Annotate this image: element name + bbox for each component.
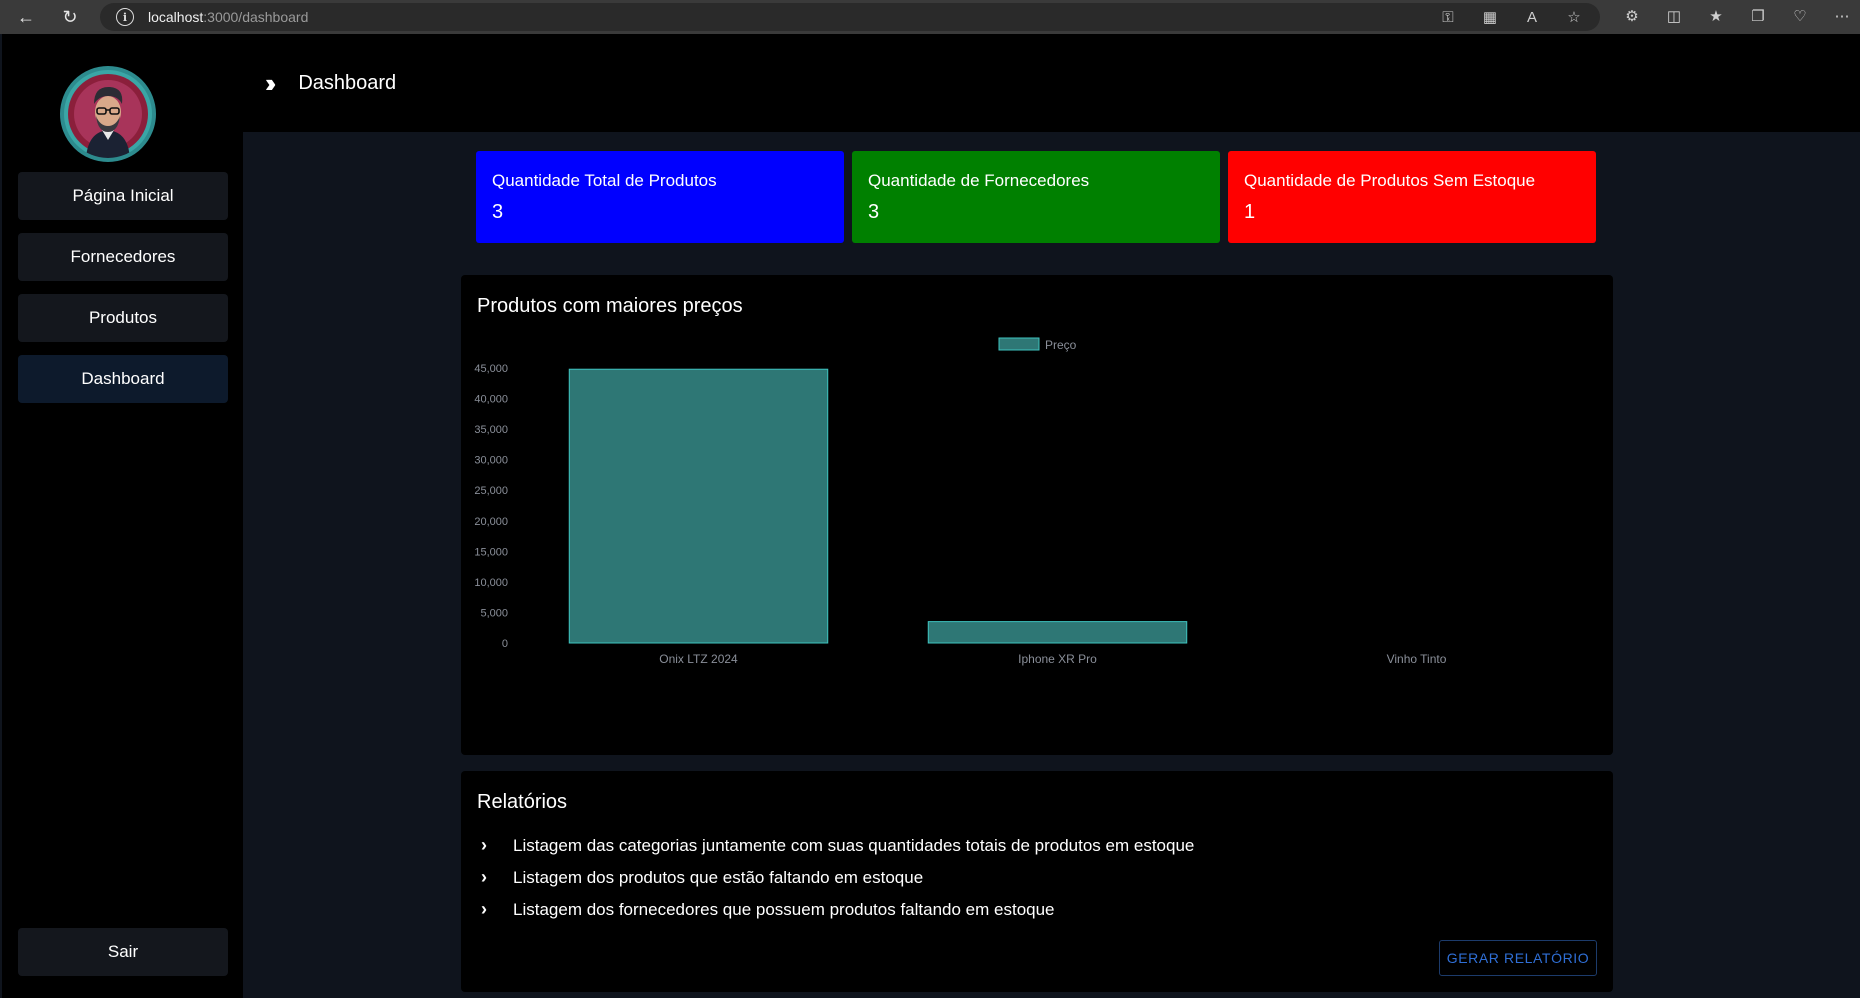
y-tick-label: 30,000 xyxy=(474,455,508,467)
report-item-label: Listagem dos produtos que estão faltando… xyxy=(513,867,924,887)
logout-button[interactable]: Sair xyxy=(18,928,228,976)
read-aloud-icon[interactable]: A xyxy=(1522,7,1542,27)
kpi-value: 3 xyxy=(868,201,880,223)
apps-icon[interactable]: ▦ xyxy=(1480,7,1500,27)
page-title: Dashboard xyxy=(298,71,397,94)
y-tick-label: 45,000 xyxy=(474,363,508,375)
y-tick-label: 15,000 xyxy=(474,546,508,558)
chart-panel: Produtos com maiores preços 0 5,000 10,000… xyxy=(461,275,1613,755)
report-item[interactable]: › Listagem das categorias juntamente com… xyxy=(481,835,1194,856)
report-item[interactable]: › Listagem dos produtos que estão faltan… xyxy=(481,867,923,888)
report-item[interactable]: › Listagem dos fornecedores que possuem … xyxy=(481,899,1055,920)
kpi-label: Quantidade de Produtos Sem Estoque xyxy=(1244,171,1536,190)
y-tick-label: 10,000 xyxy=(474,577,508,589)
sidebar-item-label: Página Inicial xyxy=(72,186,174,205)
address-bar[interactable]: i localhost:3000/dashboard ⚿ ▦ A ☆ xyxy=(100,3,1600,31)
legend-swatch xyxy=(998,337,1040,351)
y-tick-label: 5,000 xyxy=(480,607,508,619)
favorite-star-icon[interactable]: ☆ xyxy=(1564,7,1584,27)
avatar xyxy=(60,66,156,162)
collections-icon[interactable]: ❐ xyxy=(1748,6,1768,26)
page-header: ›› Dashboard xyxy=(243,34,1860,132)
y-tick-label: 0 xyxy=(502,638,508,650)
chevron-right-icon: › xyxy=(481,899,487,919)
legend-label: Preço xyxy=(1045,338,1077,352)
key-icon[interactable]: ⚿ xyxy=(1438,7,1458,27)
reload-icon[interactable]: ↻ xyxy=(58,5,82,29)
logout-label: Sair xyxy=(107,942,139,961)
browser-toolbar: ← ↻ i localhost:3000/dashboard ⚿ ▦ A ☆ ⚙… xyxy=(0,0,1860,34)
kpi-card-sem-estoque: Quantidade de Produtos Sem Estoque 1 xyxy=(1228,151,1596,243)
double-chevron-right-icon[interactable]: ›› xyxy=(265,68,277,99)
y-tick-label: 40,000 xyxy=(474,394,508,406)
sidebar: Página Inicial Fornecedores Produtos Das… xyxy=(2,34,243,998)
back-icon[interactable]: ← xyxy=(14,5,38,29)
y-tick-label: 25,000 xyxy=(474,485,508,497)
chevron-right-icon: › xyxy=(481,835,487,855)
sidebar-item-produtos[interactable]: Produtos xyxy=(18,294,228,342)
sidebar-item-label: Dashboard xyxy=(81,369,165,388)
sidebar-item-dashboard[interactable]: Dashboard xyxy=(18,355,228,403)
chart-bar xyxy=(568,368,829,644)
chart-bar xyxy=(927,621,1188,644)
health-icon[interactable]: ♡ xyxy=(1790,6,1810,26)
kpi-value: 3 xyxy=(492,201,504,223)
sidebar-item-label: Fornecedores xyxy=(70,247,176,266)
kpi-label: Quantidade Total de Produtos xyxy=(492,171,717,190)
favorites-icon[interactable]: ★ xyxy=(1706,6,1726,26)
sidebar-item-pagina-inicial[interactable]: Página Inicial xyxy=(18,172,228,220)
site-info-icon[interactable]: i xyxy=(116,8,134,26)
x-tick-label: Onix LTZ 2024 xyxy=(659,652,738,666)
app-root: Página Inicial Fornecedores Produtos Das… xyxy=(2,34,1860,998)
x-tick-label: Iphone XR Pro xyxy=(1018,652,1097,666)
report-item-label: Listagem dos fornecedores que possuem pr… xyxy=(513,899,1055,919)
more-menu-icon[interactable]: ⋯ xyxy=(1832,6,1852,26)
kpi-value: 1 xyxy=(1244,201,1256,223)
generate-report-button[interactable]: GERAR RELATÓRIO xyxy=(1439,940,1597,976)
url-text: localhost:3000/dashboard xyxy=(148,9,309,25)
reports-panel: Relatórios › Listagem das categorias jun… xyxy=(461,771,1613,992)
extensions-icon[interactable]: ⚙ xyxy=(1622,6,1642,26)
avatar-image xyxy=(68,74,148,158)
split-screen-icon[interactable]: ◫ xyxy=(1664,6,1684,26)
kpi-card-fornecedores: Quantidade de Fornecedores 3 xyxy=(852,151,1220,243)
x-tick-label: Vinho Tinto xyxy=(1387,652,1447,666)
sidebar-item-fornecedores[interactable]: Fornecedores xyxy=(18,233,228,281)
y-tick-label: 20,000 xyxy=(474,516,508,528)
report-item-label: Listagem das categorias juntamente com s… xyxy=(513,835,1195,855)
reports-title: Relatórios xyxy=(477,791,568,813)
bar-chart: 0 5,000 10,000 15,000 20,000 25,000 30,000 35,0… xyxy=(474,337,1447,666)
y-tick-label: 35,000 xyxy=(474,424,508,436)
kpi-label: Quantidade de Fornecedores xyxy=(868,171,1090,190)
chevron-right-icon: › xyxy=(481,867,487,887)
kpi-card-total-produtos: Quantidade Total de Produtos 3 xyxy=(476,151,844,243)
sidebar-item-label: Produtos xyxy=(88,308,158,327)
